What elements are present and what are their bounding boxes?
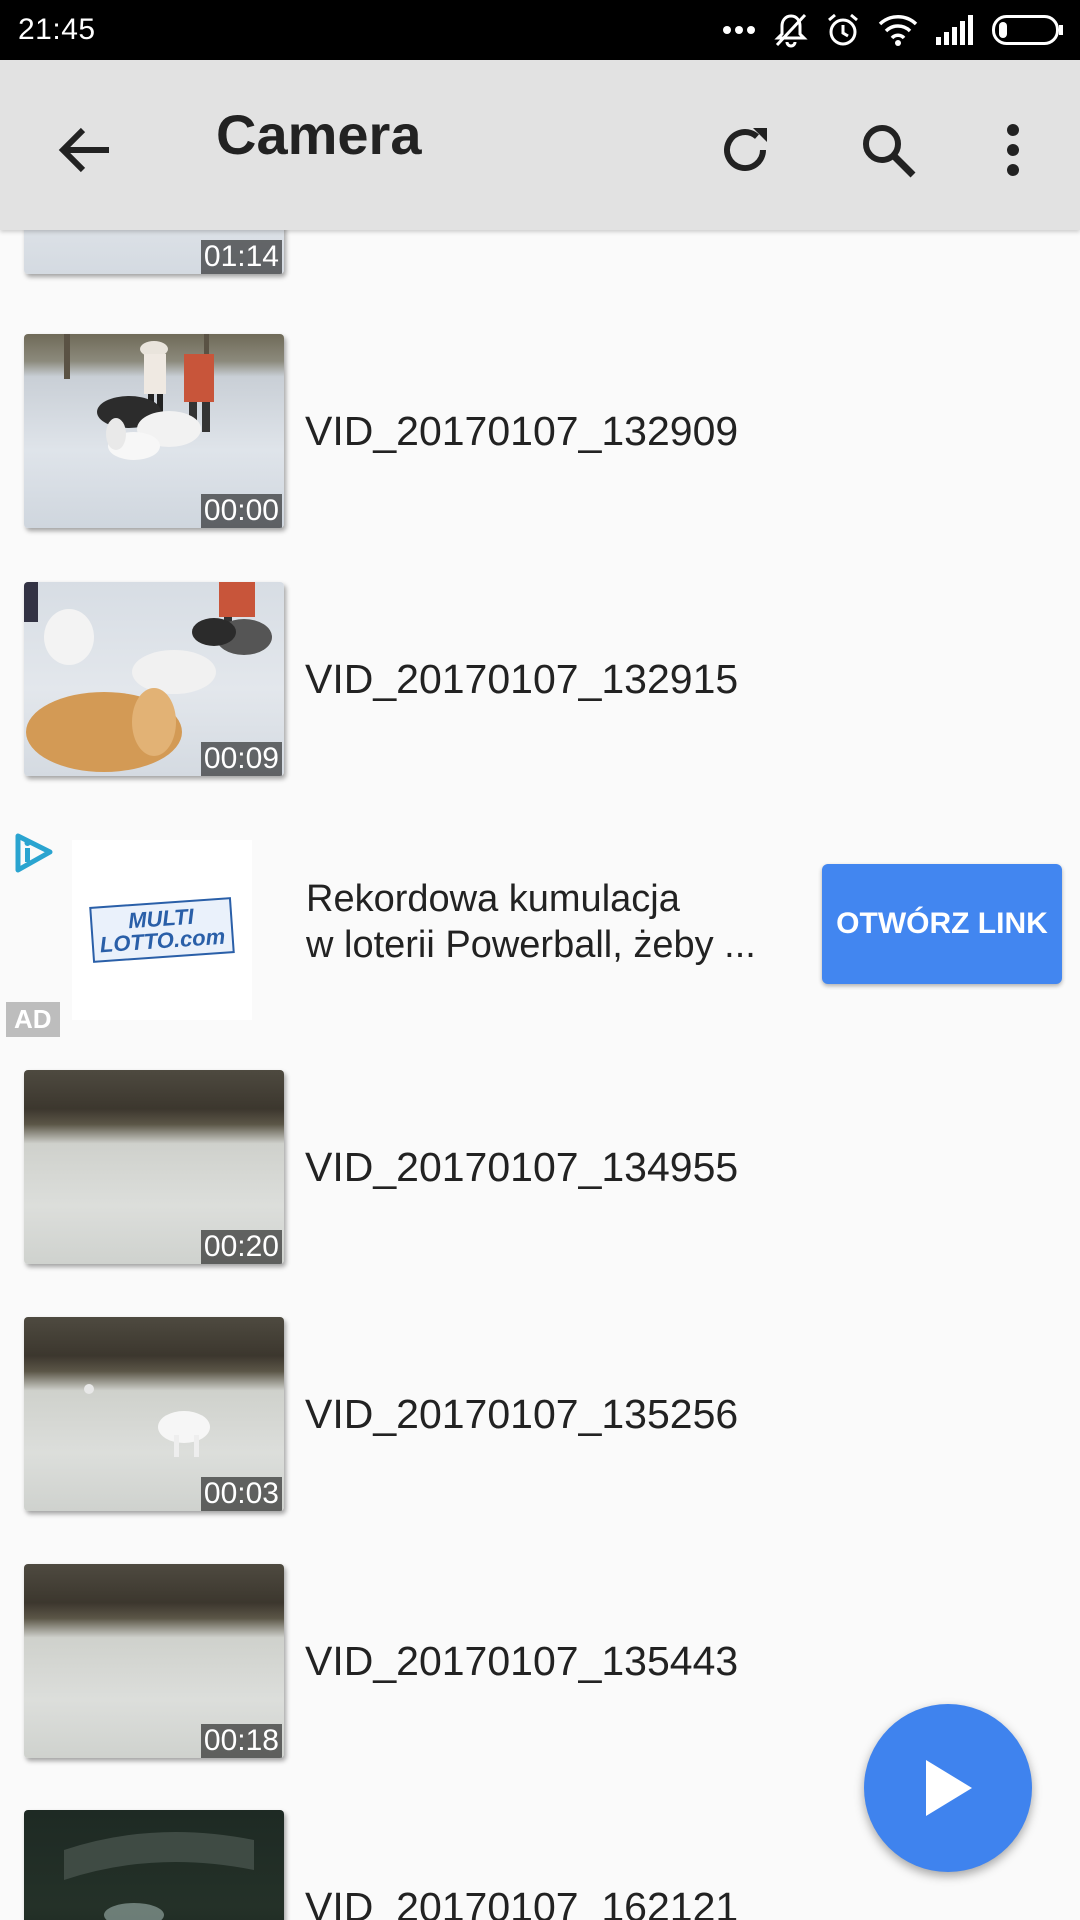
status-time: 21:45 — [18, 13, 96, 46]
ad-logo: MULTI LOTTO.com — [89, 897, 235, 963]
search-icon — [863, 125, 916, 178]
video-thumbnail[interactable]: 00:18 — [24, 1564, 284, 1758]
open-link-button[interactable]: OTWÓRZ LINK — [822, 864, 1062, 984]
ad-choices-icon[interactable] — [10, 830, 56, 876]
play-fab-button[interactable] — [864, 1704, 1032, 1872]
thumbnail-scene — [64, 1832, 254, 1920]
video-duration: 00:03 — [200, 1477, 282, 1511]
video-title: VID_20170107_162121 — [305, 1884, 739, 1920]
video-title: VID_20170107_132915 — [305, 656, 739, 702]
video-duration: 01:14 — [200, 240, 282, 274]
play-icon — [926, 1760, 972, 1816]
video-title: VID_20170107_135443 — [305, 1638, 739, 1684]
video-duration: 00:09 — [200, 742, 282, 776]
status-bar: 21:45 — [0, 0, 1080, 60]
wifi-icon — [878, 15, 918, 46]
bell-muted-icon — [774, 13, 808, 48]
list-item[interactable]: 00:03 VID_20170107_135256 — [0, 1317, 1080, 1517]
alarm-icon — [828, 13, 858, 46]
video-title: VID_20170107_134955 — [305, 1144, 739, 1190]
ad-description: w loterii Powerball, żeby ... — [306, 924, 756, 966]
app-toolbar: Camera — [0, 60, 1080, 230]
signal-icon — [936, 15, 973, 45]
video-thumbnail[interactable] — [24, 1810, 284, 1920]
video-list[interactable]: 01:14 00:00 VID_20170107_132909 00:09 VI… — [0, 230, 1080, 1920]
battery-icon — [992, 15, 1063, 45]
refresh-button[interactable] — [705, 110, 785, 190]
page-title: Camera — [216, 103, 422, 166]
more-vert-icon — [1007, 124, 1019, 176]
video-thumbnail[interactable]: 00:09 — [24, 582, 284, 776]
video-thumbnail[interactable]: 00:20 — [24, 1070, 284, 1264]
video-thumbnail[interactable]: 00:03 — [24, 1317, 284, 1511]
list-item[interactable]: 00:09 VID_20170107_132915 — [0, 582, 1080, 782]
video-duration: 00:18 — [200, 1724, 282, 1758]
search-button[interactable] — [848, 110, 928, 190]
ad-headline: Rekordowa kumulacja — [306, 878, 680, 920]
video-thumbnail[interactable]: 01:14 — [24, 230, 284, 274]
video-title: VID_20170107_135256 — [305, 1391, 739, 1437]
more-dots-icon — [723, 26, 755, 34]
ad-text[interactable]: Rekordowa kumulacja w loterii Powerball,… — [306, 876, 806, 968]
ad-image[interactable]: MULTI LOTTO.com — [72, 840, 252, 1020]
video-thumbnail[interactable]: 00:00 — [24, 334, 284, 528]
overflow-menu-button[interactable] — [973, 110, 1053, 190]
ad-badge: AD — [6, 1002, 60, 1037]
status-icons — [722, 12, 1064, 48]
video-duration: 00:20 — [200, 1230, 282, 1264]
arrow-left-icon — [58, 127, 109, 173]
video-duration: 00:00 — [200, 494, 282, 528]
list-item[interactable]: 00:20 VID_20170107_134955 — [0, 1070, 1080, 1270]
back-button[interactable] — [50, 115, 120, 185]
list-item[interactable]: 01:14 — [0, 230, 1080, 280]
ad-banner[interactable]: MULTI LOTTO.com Rekordowa kumulacja w lo… — [0, 816, 1080, 1037]
list-item[interactable]: 00:00 VID_20170107_132909 — [0, 334, 1080, 534]
refresh-icon — [724, 128, 767, 172]
video-title: VID_20170107_132909 — [305, 408, 739, 454]
